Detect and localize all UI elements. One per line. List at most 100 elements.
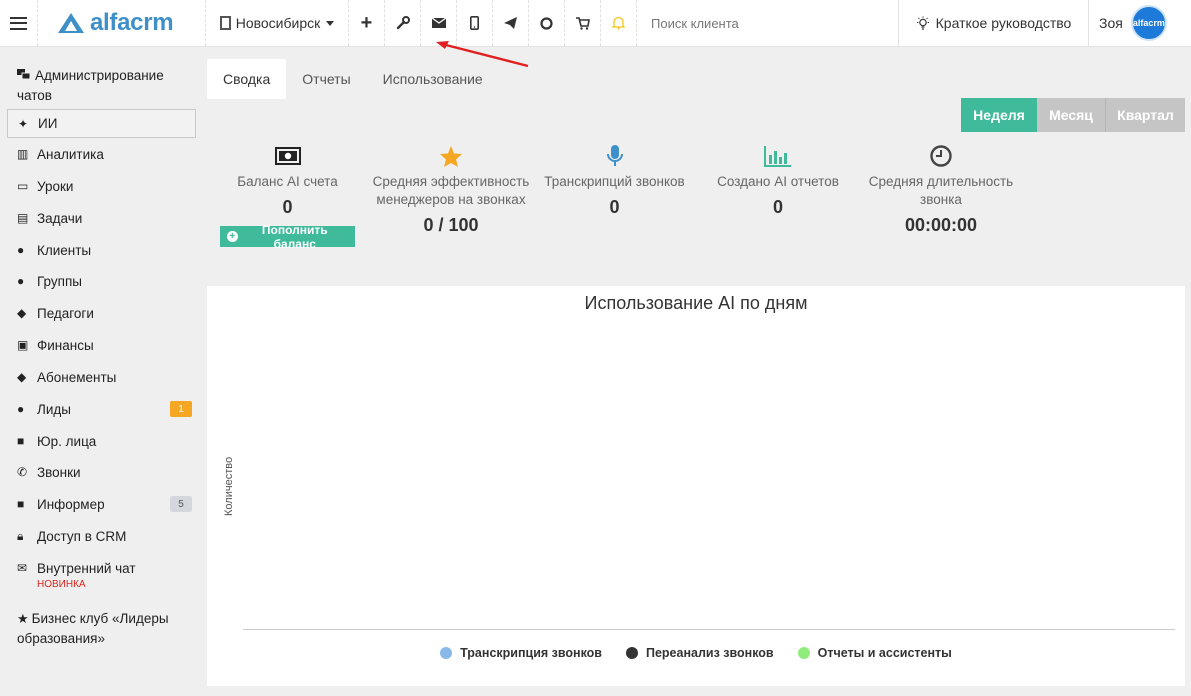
tab-reports[interactable]: Отчеты xyxy=(286,59,366,99)
users-icon: ● xyxy=(17,274,25,288)
mobile-icon xyxy=(470,16,479,30)
add-button[interactable]: + xyxy=(349,0,385,46)
legend-marker xyxy=(440,647,453,659)
tag-icon: ◆ xyxy=(17,370,27,384)
notifications-button[interactable] xyxy=(601,0,637,46)
briefcase-icon: ■ xyxy=(17,434,25,448)
stat-avg-call-duration: Средняя длительность звонка 00:00:00 xyxy=(866,143,1016,236)
plus-icon: + xyxy=(360,11,373,34)
user-name: Зоя xyxy=(1099,15,1123,31)
legend-item-reanalysis[interactable]: Переанализ звонков xyxy=(625,646,774,660)
legend-label: Отчеты и ассистенты xyxy=(817,646,952,660)
sidebar-item-calls[interactable]: ✆ Звонки xyxy=(7,463,196,483)
cart-button[interactable] xyxy=(565,0,601,46)
chat-button[interactable] xyxy=(529,0,565,46)
stat-label: Создано AI отчетов xyxy=(717,174,839,189)
sidebar-item-teachers[interactable]: ◆ Педагоги xyxy=(7,304,196,324)
sidebar-item-label: Юр. лица xyxy=(37,434,97,449)
logo[interactable]: alfacrm xyxy=(38,0,206,46)
money-icon: ▣ xyxy=(17,338,29,352)
telegram-icon xyxy=(504,17,517,29)
building-icon xyxy=(219,16,231,30)
sidebar-item-wrap: Внутренний чат НОВИНКА xyxy=(37,559,136,591)
search-input[interactable] xyxy=(651,15,881,31)
lightbulb-icon xyxy=(916,16,929,30)
legend-item-transcription[interactable]: Транскрипция звонков xyxy=(440,646,602,660)
sidebar-item-label: Администрирование чатов xyxy=(17,68,164,103)
sidebar-item-label: Задачи xyxy=(37,211,83,226)
legend-item-reports[interactable]: Отчеты и ассистенты xyxy=(797,646,952,660)
user-icon: ● xyxy=(17,243,25,257)
tab-usage[interactable]: Использование xyxy=(367,59,499,99)
sidebar-item-analytics[interactable]: ▥ Аналитика xyxy=(7,145,196,165)
cart-icon xyxy=(575,16,590,30)
tab-summary[interactable]: Сводка xyxy=(207,59,287,99)
stat-call-transcriptions: Транскрипций звонков 0 xyxy=(537,143,692,218)
star-icon: ★ xyxy=(17,611,29,626)
stat-ai-reports: Создано AI отчетов 0 xyxy=(713,143,843,218)
sidebar-item-label: Абонементы xyxy=(37,370,117,385)
chart-legend: Транскрипция звонков Переанализ звонков … xyxy=(207,646,1185,660)
sidebar-item-informer[interactable]: ■ Информер 5 xyxy=(7,495,196,515)
sidebar-item-tasks[interactable]: ▤ Задачи xyxy=(7,209,196,229)
sidebar-item-wrap: ★ Бизнес клуб «Лидеры образования» xyxy=(17,609,182,649)
sidebar-item-crm-access[interactable]: 🔒︎ Доступ в CRM xyxy=(7,527,196,547)
period-week-button[interactable]: Неделя xyxy=(961,98,1037,132)
sidebar-item-leads[interactable]: ● Лиды 1 xyxy=(7,400,196,420)
sidebar-item-chat-admin[interactable]: Администрирование чатов xyxy=(7,66,196,106)
informer-count-badge: 5 xyxy=(170,496,192,512)
stat-label: Транскрипций звонков xyxy=(544,174,685,189)
client-search[interactable] xyxy=(637,0,899,46)
quick-guide-label: Краткое руководство xyxy=(935,15,1072,31)
logo-triangle-icon xyxy=(58,13,84,33)
city-label: Новосибирск xyxy=(235,15,321,31)
book-icon: ■ xyxy=(17,497,25,511)
sidebar-item-ai[interactable]: ✦ ИИ xyxy=(7,109,196,138)
microphone-icon xyxy=(537,143,692,169)
sidebar-item-subscriptions[interactable]: ◆ Абонементы xyxy=(7,368,196,388)
lock-icon: 🔒︎ xyxy=(17,529,24,543)
sidebar-item-label: Бизнес клуб «Лидеры образования» xyxy=(17,611,169,646)
plus-circle-icon: + xyxy=(227,231,238,242)
calendar-icon: ▭ xyxy=(17,179,29,193)
stat-ai-balance: Баланс AI счета 0 + Пополнить баланс xyxy=(220,143,355,251)
legend-marker xyxy=(797,647,810,659)
stat-value: 0 xyxy=(772,197,783,217)
sidebar-item-clients[interactable]: ● Клиенты xyxy=(7,241,196,261)
sidebar-item-groups[interactable]: ● Группы xyxy=(7,272,196,292)
sidebar-item-label: Аналитика xyxy=(37,147,104,162)
chart-title: Использование AI по дням xyxy=(584,293,808,313)
top-bar: alfacrm Новосибирск + Краткое руководств… xyxy=(0,0,1191,47)
top-up-balance-button[interactable]: + Пополнить баланс xyxy=(220,223,355,251)
wrench-icon xyxy=(396,16,410,30)
tabs: Сводка Отчеты Использование xyxy=(207,59,499,99)
sidebar-item-label: Лиды xyxy=(37,402,71,417)
chart-x-axis xyxy=(243,629,1175,630)
sidebar-item-label: Звонки xyxy=(37,465,81,480)
sidebar-item-business-club[interactable]: ★ Бизнес клуб «Лидеры образования» xyxy=(7,609,196,649)
sidebar-item-wrap: Администрирование чатов xyxy=(17,66,187,106)
settings-button[interactable] xyxy=(385,0,421,46)
user-menu[interactable]: Зоя alfacrm xyxy=(1089,0,1191,46)
city-selector[interactable]: Новосибирск xyxy=(206,0,349,46)
graduation-cap-icon: ◆ xyxy=(17,306,27,320)
period-quarter-button[interactable]: Квартал xyxy=(1105,98,1185,132)
sidebar-item-finance[interactable]: ▣ Финансы xyxy=(7,336,196,356)
sidebar-item-internal-chat[interactable]: ✉ Внутренний чат НОВИНКА xyxy=(7,559,196,591)
stat-label: Средняя эффективность менеджеров на звон… xyxy=(372,174,530,207)
sidebar-item-legal-entities[interactable]: ■ Юр. лица xyxy=(7,432,196,452)
avatar: alfacrm xyxy=(1130,5,1167,41)
legend-marker xyxy=(625,647,638,659)
quick-guide-button[interactable]: Краткое руководство xyxy=(899,0,1089,46)
menu-button[interactable] xyxy=(0,0,38,46)
stat-value: 00:00:00 xyxy=(904,215,978,235)
sidebar-item-label: Клиенты xyxy=(37,243,92,258)
period-month-button[interactable]: Месяц xyxy=(1037,98,1105,132)
sidebar-item-lessons[interactable]: ▭ Уроки xyxy=(7,177,196,197)
sidebar-item-label: Уроки xyxy=(37,179,74,194)
clock-icon xyxy=(866,143,1016,169)
period-toggle: Неделя Месяц Квартал xyxy=(961,98,1185,132)
star-icon xyxy=(371,143,531,169)
sparkle-icon: ✦ xyxy=(18,116,29,131)
stat-value: 0 xyxy=(609,197,620,217)
